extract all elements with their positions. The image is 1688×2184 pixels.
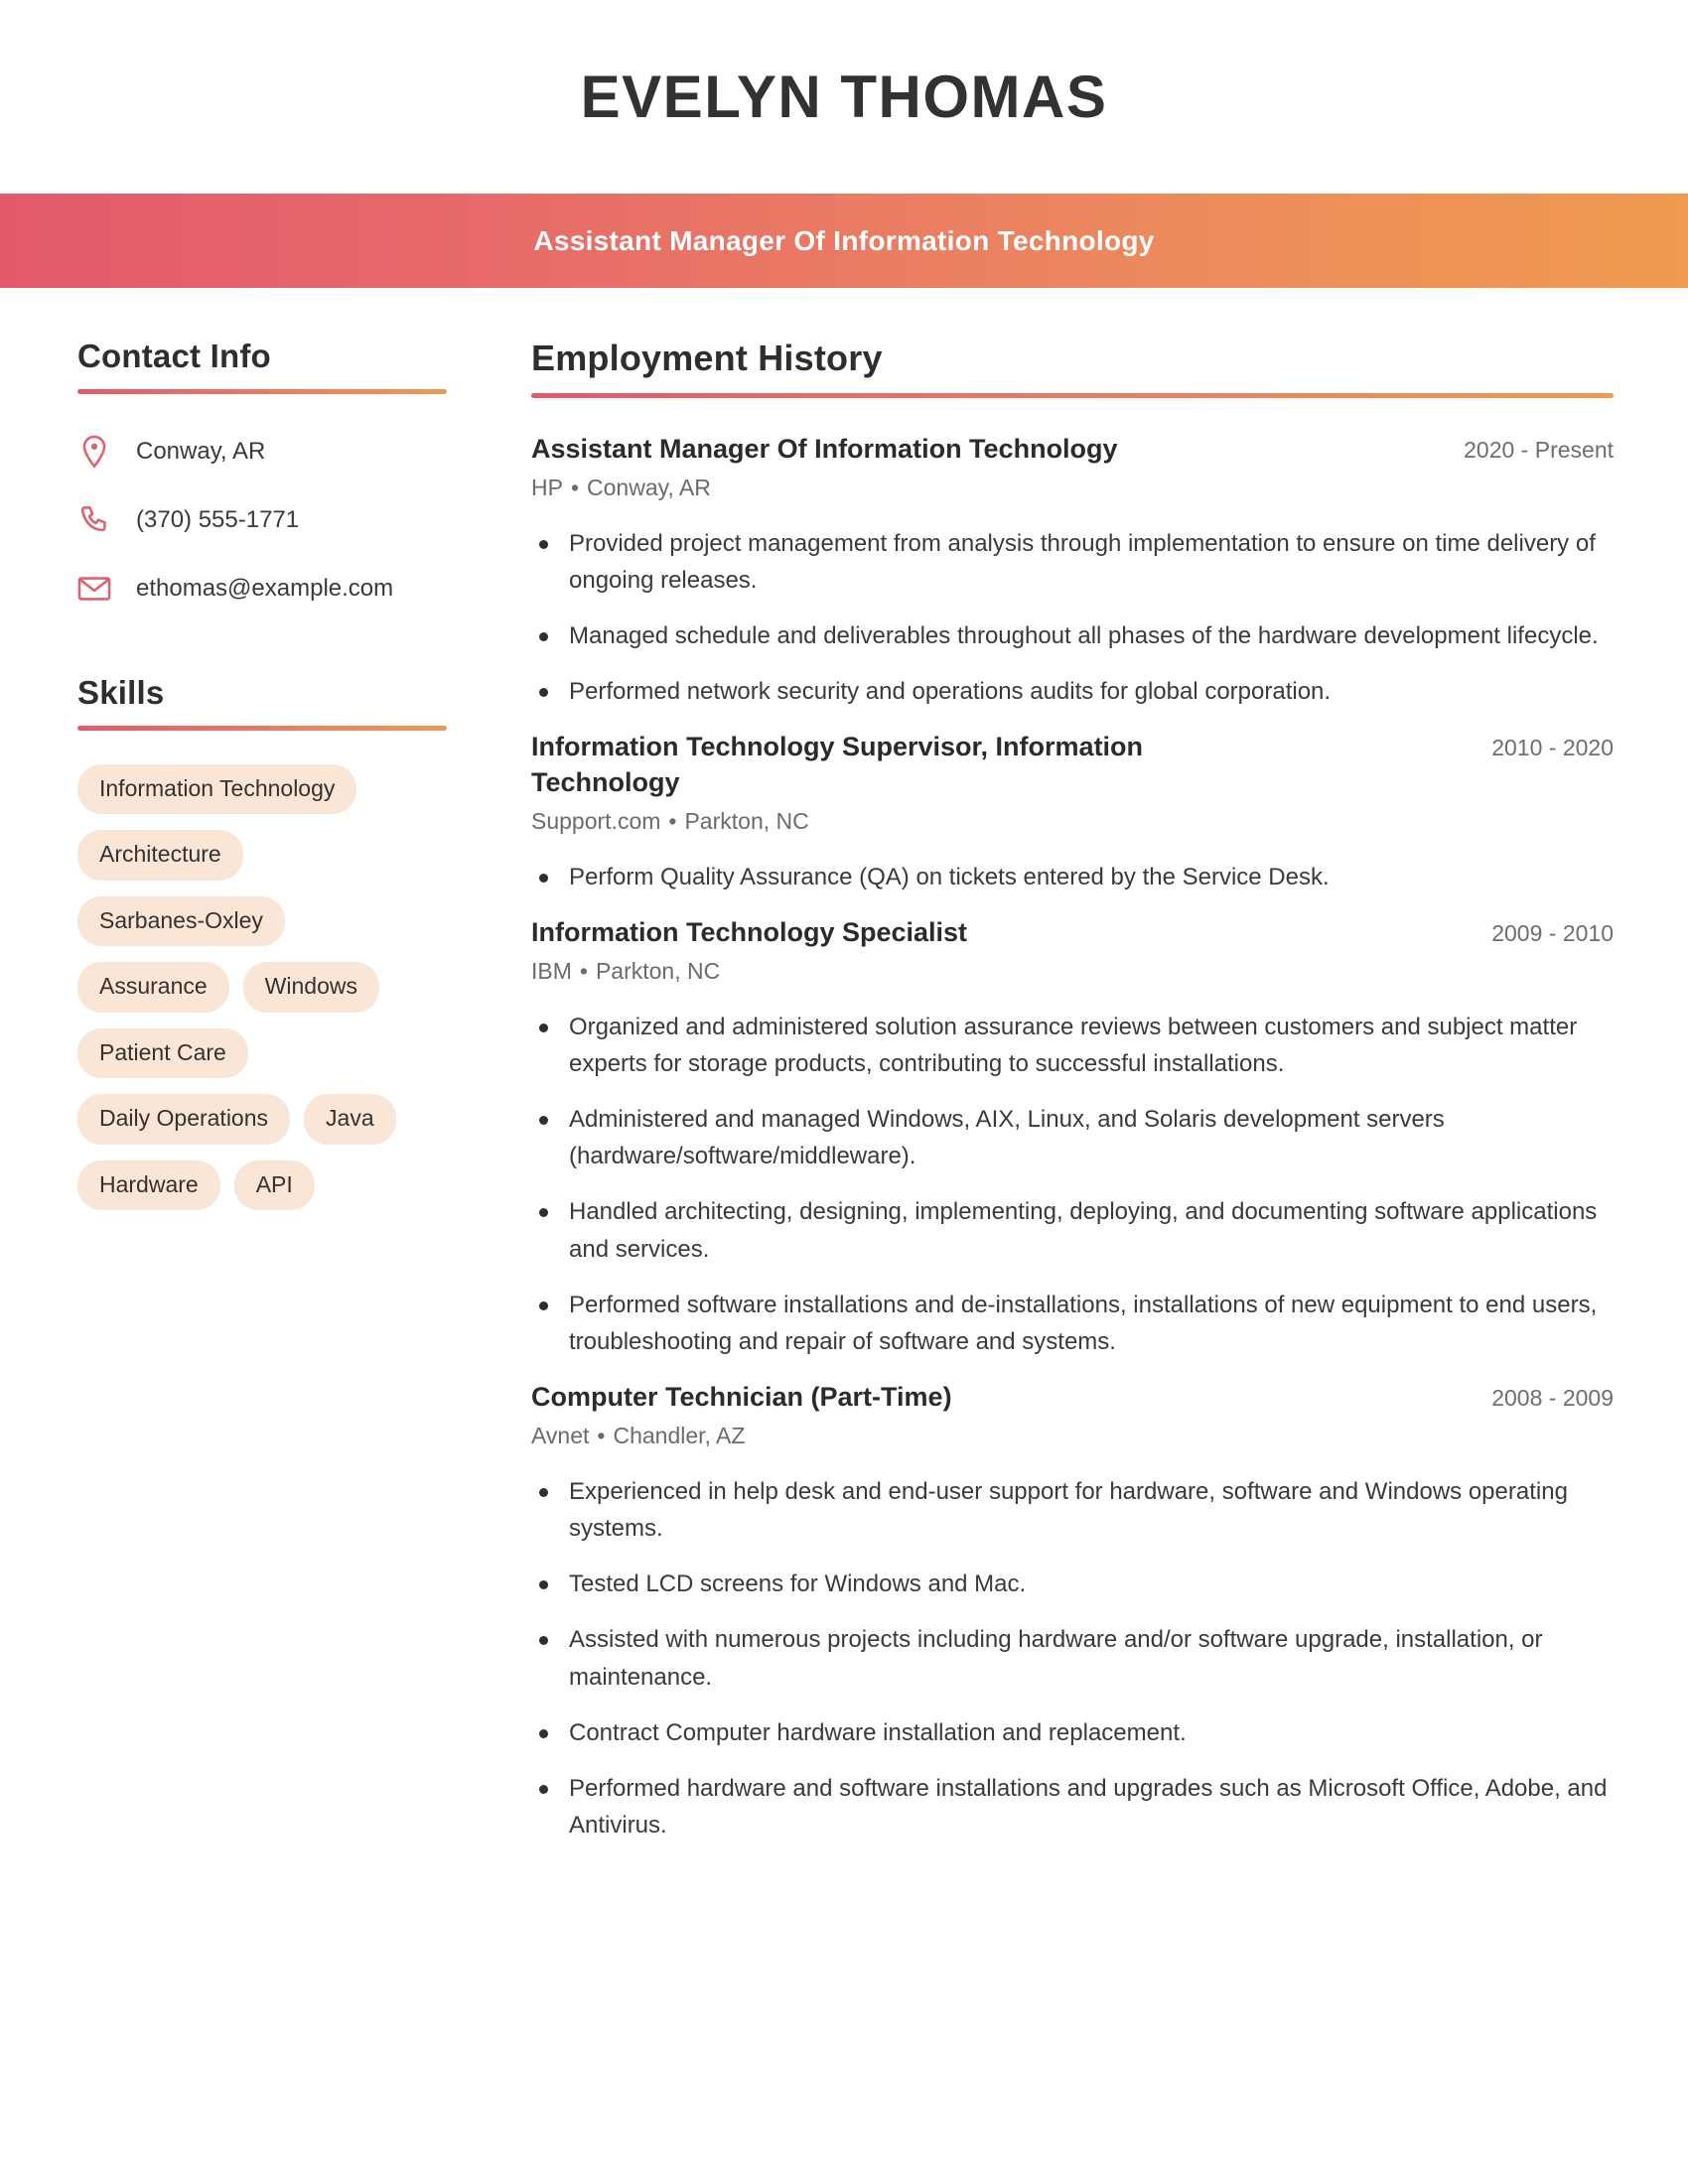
job-location: Parkton, NC bbox=[684, 807, 809, 834]
job-company: HP bbox=[531, 474, 563, 500]
job-entry: Information Technology Supervisor, Infor… bbox=[531, 730, 1614, 894]
contact-info-heading: Contact Info bbox=[77, 338, 271, 374]
job-bullet: Performed software installations and de-… bbox=[531, 1287, 1614, 1360]
job-company-location: Support.com • Parkton, NC bbox=[531, 806, 1614, 837]
job-dates: 2008 - 2009 bbox=[1491, 1385, 1614, 1412]
job-company-location: HP • Conway, AR bbox=[531, 473, 1614, 503]
meta-separator: • bbox=[668, 807, 677, 834]
job-bullet-list: Perform Quality Assurance (QA) on ticket… bbox=[531, 859, 1614, 895]
contact-divider bbox=[77, 389, 447, 394]
job-dates: 2009 - 2010 bbox=[1491, 919, 1614, 946]
main-column: Employment History Assistant Manager Of … bbox=[467, 338, 1688, 1863]
meta-separator: • bbox=[579, 957, 588, 984]
skill-tag: Sarbanes-Oxley bbox=[77, 895, 285, 947]
job-title: Computer Technician (Part-Time) bbox=[531, 1382, 952, 1413]
employment-history-heading: Employment History bbox=[531, 338, 883, 378]
job-header: Information Technology Supervisor, Infor… bbox=[531, 730, 1614, 800]
job-location: Parkton, NC bbox=[595, 957, 721, 984]
job-entry: Computer Technician (Part-Time) 2008 - 20… bbox=[531, 1380, 1614, 1843]
contact-list: Conway, AR (370) 555-1771 ethomas@exampl… bbox=[77, 428, 447, 613]
meta-separator: • bbox=[570, 474, 580, 500]
contact-email-text: ethomas@example.com bbox=[136, 575, 394, 603]
sidebar: Contact Info Conway, AR (370) 555-1771 e… bbox=[0, 338, 467, 1211]
skill-tag: Hardware bbox=[77, 1160, 220, 1211]
job-bullet-list: Experienced in help desk and end-user su… bbox=[531, 1473, 1614, 1844]
job-company-location: IBM • Parkton, NC bbox=[531, 956, 1614, 987]
job-bullet: Contract Computer hardware installation … bbox=[531, 1714, 1614, 1751]
job-header: Computer Technician (Part-Time) 2008 - 20… bbox=[531, 1380, 1614, 1416]
employment-divider bbox=[531, 393, 1614, 398]
employment-list: Assistant Manager Of Information Technol… bbox=[531, 432, 1614, 1843]
job-bullet-list: Provided project management from analysi… bbox=[531, 525, 1614, 711]
job-dates: 2010 - 2020 bbox=[1491, 735, 1614, 761]
skill-tag: Patient Care bbox=[77, 1027, 248, 1079]
resume-body: Contact Info Conway, AR (370) 555-1771 e… bbox=[0, 288, 1688, 1863]
skill-tag: Information Technology bbox=[77, 764, 357, 815]
job-bullet: Performed hardware and software installa… bbox=[531, 1770, 1614, 1843]
job-bullet: Administered and managed Windows, AIX, L… bbox=[531, 1101, 1614, 1174]
job-bullet: Handled architecting, designing, impleme… bbox=[531, 1193, 1614, 1267]
skills-heading: Skills bbox=[77, 674, 165, 711]
job-header: Information Technology Specialist 2009 - … bbox=[531, 915, 1614, 951]
job-dates: 2020 - Present bbox=[1464, 437, 1614, 463]
job-bullet: Performed network security and operation… bbox=[531, 673, 1614, 710]
skill-tag: API bbox=[233, 1160, 315, 1211]
contact-phone-text: (370) 555-1771 bbox=[136, 506, 300, 534]
contact-item-phone: (370) 555-1771 bbox=[77, 496, 447, 544]
skill-tag: Windows bbox=[242, 962, 379, 1013]
job-bullet: Provided project management from analysi… bbox=[531, 525, 1614, 599]
job-header: Assistant Manager Of Information Technol… bbox=[531, 432, 1614, 468]
job-bullet: Experienced in help desk and end-user su… bbox=[531, 1473, 1614, 1547]
job-bullet-list: Organized and administered solution assu… bbox=[531, 1009, 1614, 1361]
contact-item-location: Conway, AR bbox=[77, 428, 447, 476]
job-bullet: Perform Quality Assurance (QA) on ticket… bbox=[531, 859, 1614, 895]
map-pin-icon bbox=[77, 435, 111, 469]
envelope-icon bbox=[77, 572, 111, 606]
headline-job-title: Assistant Manager Of Information Technol… bbox=[533, 224, 1155, 256]
page-title: EVELYN THOMAS bbox=[580, 63, 1108, 130]
contact-item-email: ethomas@example.com bbox=[77, 565, 447, 613]
job-bullet: Assisted with numerous projects includin… bbox=[531, 1621, 1614, 1695]
job-bullet: Tested LCD screens for Windows and Mac. bbox=[531, 1566, 1614, 1602]
contact-location-text: Conway, AR bbox=[136, 438, 266, 466]
job-company-location: Avnet • Chandler, AZ bbox=[531, 1421, 1614, 1451]
resume-page: EVELYN THOMAS Assistant Manager Of Infor… bbox=[0, 0, 1688, 2184]
job-company: IBM bbox=[531, 957, 572, 984]
job-bullet: Organized and administered solution assu… bbox=[531, 1009, 1614, 1082]
job-entry: Information Technology Specialist 2009 - … bbox=[531, 915, 1614, 1360]
header-name-bar: EVELYN THOMAS bbox=[0, 0, 1688, 194]
skill-tag: Architecture bbox=[77, 830, 243, 881]
skill-tag: Java bbox=[304, 1094, 396, 1145]
job-title: Assistant Manager Of Information Technol… bbox=[531, 434, 1118, 464]
job-title: Information Technology Specialist bbox=[531, 916, 968, 947]
job-location: Chandler, AZ bbox=[613, 1422, 746, 1448]
job-entry: Assistant Manager Of Information Technol… bbox=[531, 432, 1614, 710]
skill-tag: Daily Operations bbox=[77, 1094, 291, 1145]
meta-separator: • bbox=[597, 1422, 606, 1448]
phone-icon bbox=[77, 503, 111, 537]
skills-divider bbox=[77, 726, 447, 731]
skill-tag: Assurance bbox=[77, 962, 229, 1013]
job-company: Support.com bbox=[531, 807, 661, 834]
job-company: Avnet bbox=[531, 1422, 590, 1448]
job-title-banner: Assistant Manager Of Information Technol… bbox=[0, 194, 1688, 288]
skills-list: Information Technology Architecture Sarban… bbox=[77, 764, 447, 1211]
job-bullet: Managed schedule and deliverables throug… bbox=[531, 617, 1614, 654]
job-title: Information Technology Supervisor, Infor… bbox=[531, 732, 1144, 798]
job-location: Conway, AR bbox=[587, 474, 711, 500]
